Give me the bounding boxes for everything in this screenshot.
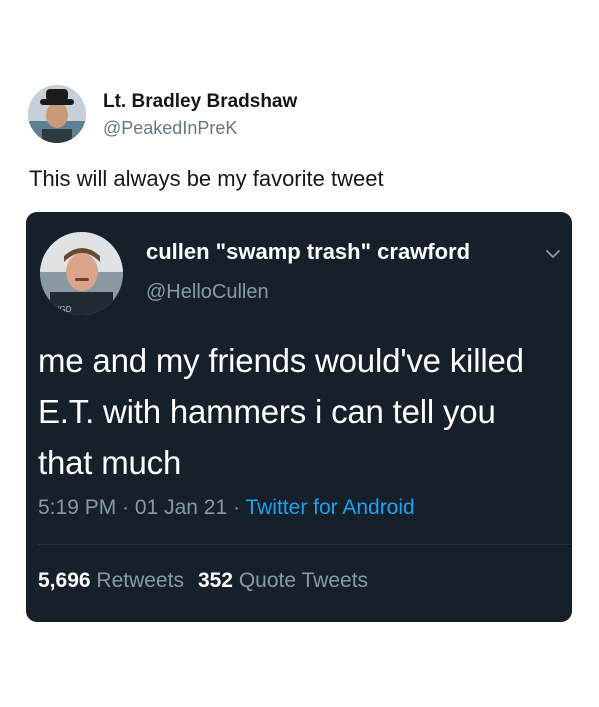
meta-separator: ·: [122, 496, 130, 519]
tweet-time[interactable]: 5:19 PM: [38, 496, 116, 519]
retweets-count: 5,696: [38, 569, 91, 592]
tweet-source-link[interactable]: Twitter for Android: [245, 496, 414, 519]
chevron-down-icon[interactable]: [544, 245, 562, 263]
tweet-stats: 5,696 Retweets 352 Quote Tweets: [38, 567, 368, 595]
embedded-avatar[interactable]: 'GD: [40, 232, 123, 315]
avatar-photo: [28, 85, 86, 143]
embedded-handle[interactable]: @HelloCullen: [146, 279, 269, 305]
outer-tweet-text: This will always be my favorite tweet: [29, 166, 384, 191]
outer-handle[interactable]: @PeakedInPreK: [103, 116, 297, 140]
quotes-count: 352: [197, 569, 233, 592]
embedded-tweet-text: me and my friends would've killed E.T. w…: [38, 342, 524, 481]
quotes-label: Quote Tweets: [238, 569, 369, 592]
meta-separator: ·: [233, 496, 240, 519]
tweet-metadata: 5:19 PM · 01 Jan 21 · Twitter for Androi…: [38, 494, 415, 522]
embedded-tweet-card: 'GD cullen "swamp trash" crawford @Hello…: [26, 212, 572, 622]
svg-text:'GD: 'GD: [58, 305, 72, 314]
divider: [38, 544, 572, 545]
tweet-date[interactable]: 01 Jan 21: [135, 496, 227, 519]
retweets-stat[interactable]: 5,696 Retweets: [38, 569, 184, 592]
outer-tweet-header: Lt. Bradley Bradshaw @PeakedInPreK: [28, 85, 297, 143]
avatar[interactable]: [28, 85, 86, 143]
quote-tweets-stat[interactable]: 352 Quote Tweets: [198, 569, 368, 592]
outer-display-name[interactable]: Lt. Bradley Bradshaw: [103, 90, 297, 114]
embedded-display-name[interactable]: cullen "swamp trash" crawford: [146, 238, 470, 266]
embedded-avatar-photo: 'GD: [40, 232, 123, 315]
retweets-label: Retweets: [96, 569, 184, 592]
